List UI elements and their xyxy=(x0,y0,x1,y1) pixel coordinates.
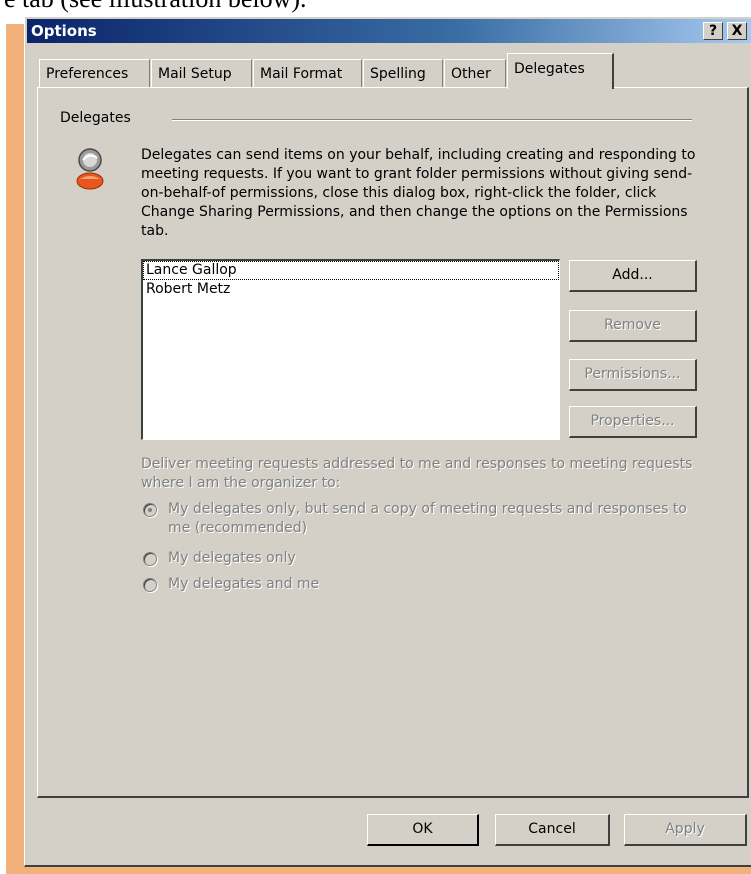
group-divider xyxy=(172,119,692,121)
ok-button[interactable]: OK xyxy=(367,814,479,846)
tab-mail-format[interactable]: Mail Format xyxy=(253,59,362,87)
tab-preferences[interactable]: Preferences xyxy=(39,59,150,87)
permissions-button[interactable]: Permissions... xyxy=(569,359,697,391)
document-caption: e tab (see illustration below). xyxy=(4,0,307,14)
tab-spelling[interactable]: Spelling xyxy=(363,59,443,87)
list-item[interactable]: Lance Gallop xyxy=(143,261,559,280)
user-icon xyxy=(70,143,110,191)
radio-delegates-only[interactable] xyxy=(143,552,157,566)
apply-button[interactable]: Apply xyxy=(624,814,747,846)
radio-label-delegates-only-copy: My delegates only, but send a copy of me… xyxy=(168,501,687,536)
list-item[interactable]: Robert Metz xyxy=(143,280,559,299)
delegates-listbox[interactable]: Lance Gallop Robert Metz xyxy=(141,259,560,440)
group-label-delegates: Delegates xyxy=(60,110,137,126)
tab-delegates[interactable]: Delegates xyxy=(507,53,614,89)
tab-mail-setup[interactable]: Mail Setup xyxy=(151,59,252,87)
radio-delegates-and-me[interactable] xyxy=(143,578,157,592)
add-button[interactable]: Add... xyxy=(569,260,697,292)
help-button[interactable]: ? xyxy=(703,22,723,40)
remove-button[interactable]: Remove xyxy=(569,310,697,342)
tab-other[interactable]: Other xyxy=(444,59,506,87)
title-bar[interactable]: Options ? X xyxy=(27,19,751,43)
radio-delegates-only-copy[interactable] xyxy=(143,503,157,517)
deliver-meeting-label: Deliver meeting requests addressed to me… xyxy=(141,456,693,491)
cancel-button[interactable]: Cancel xyxy=(495,814,610,846)
close-button[interactable]: X xyxy=(727,22,747,40)
radio-label-delegates-only: My delegates only xyxy=(168,550,296,566)
window-title: Options xyxy=(31,22,97,40)
delegates-description: Delegates can send items on your behalf,… xyxy=(141,147,696,239)
properties-button[interactable]: Properties... xyxy=(569,406,697,438)
radio-label-delegates-and-me: My delegates and me xyxy=(168,576,320,592)
